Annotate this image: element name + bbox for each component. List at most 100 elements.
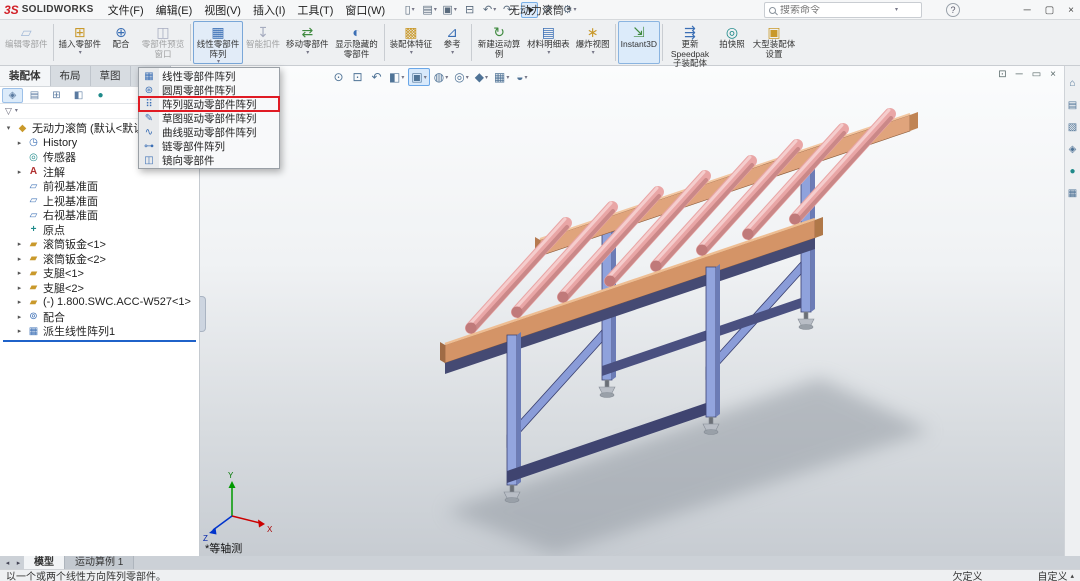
previous-view-icon[interactable]: ↶ [368,68,385,86]
ribbon-show-hidden-components-button[interactable]: ◐ 显示隐藏的零部件 [332,21,382,64]
expand-arrow-icon[interactable] [15,269,24,277]
expand-arrow-icon[interactable] [15,327,24,335]
ribbon-insert-component-button[interactable]: ⊞ 插入零部件 [56,21,105,64]
ribbon-move-component-button[interactable]: ⇄ 移动零部件 [283,21,332,64]
tab-layout[interactable]: 布局 [51,66,91,86]
tree-item-leg-2[interactable]: ▰ 支腿<2> [0,281,199,296]
tree-item-label: 原点 [43,223,65,238]
viewport-restore-icon[interactable]: ⊡ [998,69,1006,80]
tab-scroll-left-icon[interactable]: ◂ [2,559,13,567]
solidworks-logo-icon: 3S [4,3,19,17]
design-library-icon[interactable]: ▤ [1068,100,1077,111]
zoom-fit-icon[interactable]: ⊙ [330,68,347,86]
help-icon[interactable]: ? [946,3,960,17]
menu-tools[interactable]: 工具(T) [291,0,339,20]
featuremanager-tab-icon[interactable]: ◈ [2,88,23,103]
menu-view[interactable]: 视图(V) [198,0,247,20]
expand-arrow-icon[interactable] [15,298,24,306]
ribbon-bom-button[interactable]: ▤ 材料明细表 [524,21,573,64]
task-pane-home-icon[interactable]: ⌂ [1069,78,1075,89]
search-caret-icon[interactable] [894,4,898,16]
maximize-button[interactable]: ▢ [1045,5,1054,16]
viewport-minimize-icon[interactable]: ─ [1016,69,1023,80]
expand-arrow-icon[interactable] [15,139,24,147]
panel-splitter[interactable] [200,296,206,332]
dimxpert-tab-icon[interactable]: ◧ [68,88,89,103]
ribbon-component-preview-button[interactable]: ◫ 零部件预览窗口 [138,21,188,64]
section-view-icon[interactable]: ◧ [387,68,406,86]
menu-insert[interactable]: 插入(I) [247,0,291,20]
menu-item-linear-component-pattern[interactable]: ▦ 线性零部件阵列 [139,69,279,83]
close-button[interactable]: × [1068,5,1074,16]
tab-assembly[interactable]: 装配体 [0,66,51,86]
custom-properties-icon[interactable]: ▦ [1068,188,1077,199]
displaymanager-tab-icon[interactable]: ● [90,88,111,103]
view-settings-icon[interactable]: ◒ [513,68,530,86]
tree-item-swc-acc-part[interactable]: ▰ (-) 1.800.SWC.ACC-W527<1> [0,295,199,310]
expand-arrow-icon[interactable] [15,240,24,248]
ribbon-assembly-features-button[interactable]: ▩ 装配体特征 [387,21,436,64]
save-icon[interactable]: ▣ [441,2,458,18]
minimize-button[interactable]: ─ [1024,5,1031,16]
ribbon-update-speedpak-button[interactable]: ⇶ 更新 Speedpak 子装配体 [665,21,715,64]
tree-item-front-plane[interactable]: ▱ 前视基准面 [0,179,199,194]
configurationmanager-tab-icon[interactable]: ⊞ [46,88,67,103]
expand-arrow-icon[interactable] [15,168,24,176]
ribbon-smart-fasteners-button[interactable]: ↧ 智能扣件 [243,21,283,64]
ribbon-edit-component-button[interactable]: ▱ 编辑零部件 [2,21,51,64]
menu-item-sketch-driven-component-pattern[interactable]: ✎ 草图驱动零部件阵列 [139,111,279,125]
appearances-icon[interactable]: ● [1069,166,1075,177]
ribbon-new-motion-study-button[interactable]: ↻ 新建运动算例 [474,21,524,64]
ribbon-exploded-view-button[interactable]: ∗ 爆炸视图 [573,21,613,64]
ribbon-linear-component-pattern-button[interactable]: ▦ 线性零部件阵列 [193,21,243,64]
expand-arrow-icon[interactable] [15,284,24,292]
menu-file[interactable]: 文件(F) [102,0,150,20]
view-palette-icon[interactable]: ◈ [1069,144,1077,155]
conveyor-model[interactable]: Y X Z [200,86,1064,556]
view-orientation-icon[interactable]: ▣ [408,68,429,86]
expand-arrow-icon[interactable] [15,255,24,263]
viewport-close-icon[interactable]: × [1050,69,1056,80]
tree-item-right-plane[interactable]: ▱ 右视基准面 [0,208,199,223]
expand-arrow-icon[interactable] [15,313,24,321]
tree-item-roller-sheetmetal-2[interactable]: ▰ 滚筒钣金<2> [0,252,199,267]
ribbon-reference-geometry-button[interactable]: ⊿ 参考 [435,21,469,64]
viewport-maximize-icon[interactable]: ▭ [1032,69,1041,80]
tree-item-leg-1[interactable]: ▰ 支腿<1> [0,266,199,281]
tab-scroll-right-icon[interactable]: ▸ [13,559,24,567]
print-icon[interactable]: ⊟ [461,2,478,18]
menu-item-pattern-driven-component-pattern[interactable]: ⠿ 阵列驱动零部件阵列 [139,97,279,111]
zoom-area-icon[interactable]: ⊡ [349,68,366,86]
new-doc-icon[interactable]: ▯ [401,2,418,18]
ribbon-take-snapshot-button[interactable]: ◎ 拍快照 [715,21,749,64]
menu-item-chain-component-pattern[interactable]: ⊶ 链零部件阵列 [139,139,279,153]
open-doc-icon[interactable]: ▤ [421,2,438,18]
file-explorer-icon[interactable]: ▧ [1068,122,1077,133]
propertymanager-tab-icon[interactable]: ▤ [24,88,45,103]
edit-appearance-icon[interactable]: ◆ [473,68,490,86]
tree-item-origin[interactable]: + 原点 [0,223,199,238]
undo-icon[interactable]: ↶ [481,2,498,18]
ribbon-button-label: 配合 [113,40,130,50]
tree-item-mates[interactable]: ⊚ 配合 [0,310,199,325]
tree-item-roller-sheetmetal-1[interactable]: ▰ 滚筒钣金<1> [0,237,199,252]
ribbon-mate-button[interactable]: ⊕ 配合 [104,21,138,64]
ribbon-large-assembly-settings-button[interactable]: ▣ 大型装配体设置 [749,21,799,64]
menu-item-circular-component-pattern[interactable]: ⊛ 圆周零部件阵列 [139,83,279,97]
menu-item-mirror-components[interactable]: ◫ 镜向零部件 [139,153,279,167]
ribbon-instant3d-button[interactable]: ⇲ Instant3D [618,21,660,64]
expand-arrow-icon[interactable] [4,124,13,132]
tab-sketch[interactable]: 草图 [91,66,131,86]
menu-window[interactable]: 窗口(W) [339,0,391,20]
rollback-bar[interactable] [3,340,196,342]
menu-item-curve-driven-component-pattern[interactable]: ∿ 曲线驱动零部件阵列 [139,125,279,139]
search-input[interactable] [780,5,890,16]
apply-scene-icon[interactable]: ▦ [492,68,511,86]
tree-item-top-plane[interactable]: ▱ 上视基准面 [0,194,199,209]
search-box[interactable] [764,2,922,18]
status-custom-mode[interactable]: 自定义 ▴ [1037,568,1074,581]
tree-item-derived-linear-pattern[interactable]: ▦ 派生线性阵列1 [0,324,199,339]
menu-edit[interactable]: 编辑(E) [150,0,199,20]
hide-show-items-icon[interactable]: ◎ [452,68,471,86]
display-style-icon[interactable]: ◍ [432,68,451,86]
